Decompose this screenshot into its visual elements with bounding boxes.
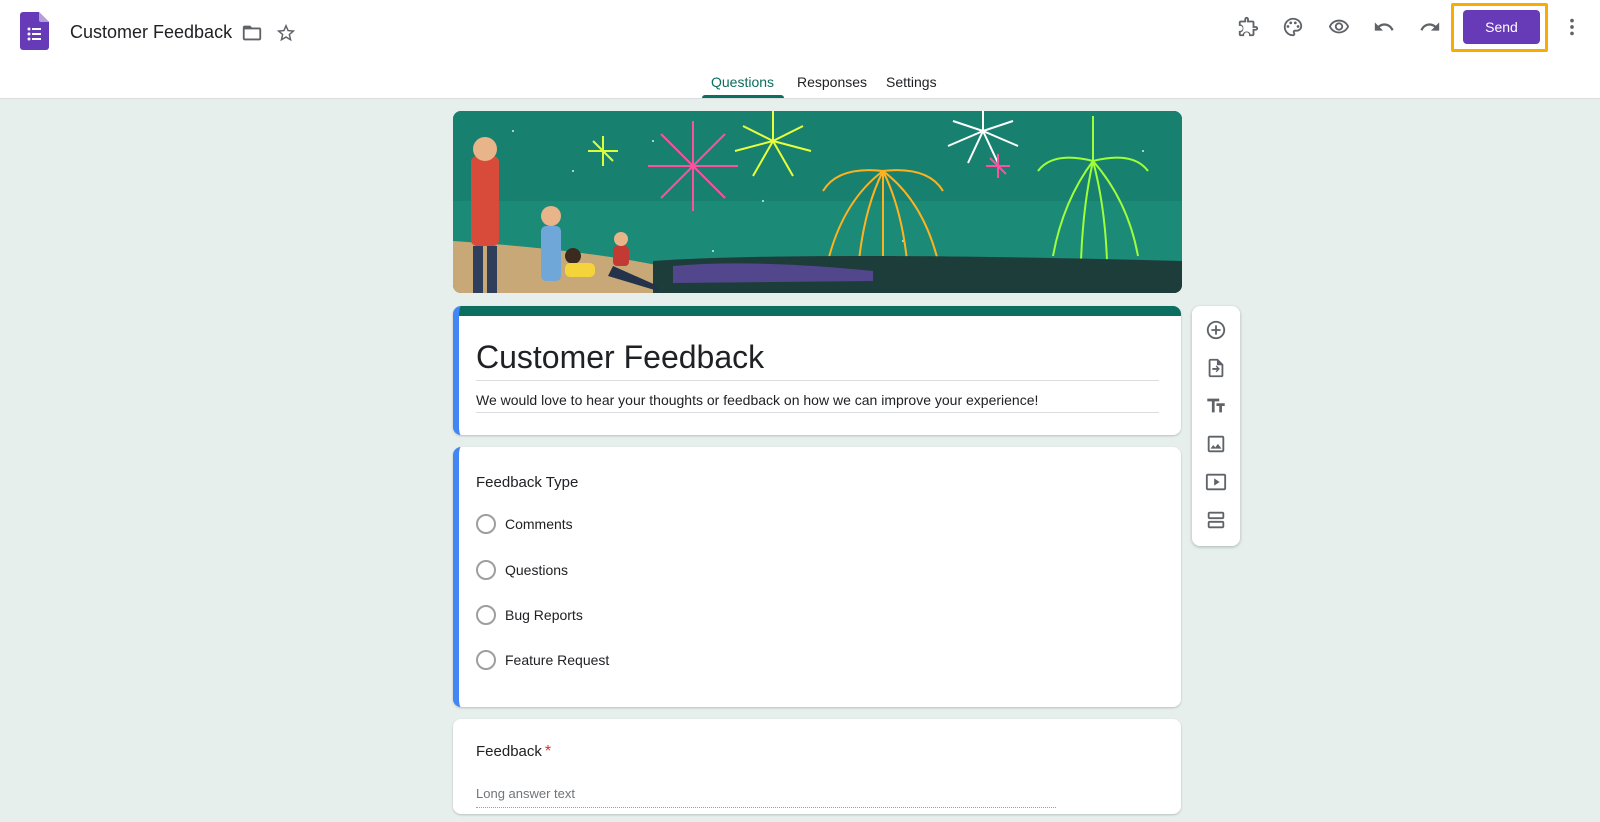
option-label: Feature Request bbox=[505, 652, 610, 668]
tab-responses[interactable]: Responses bbox=[797, 74, 867, 90]
undo-icon[interactable] bbox=[1372, 15, 1396, 39]
form-description[interactable]: We would love to hear your thoughts or f… bbox=[476, 392, 1038, 408]
required-asterisk: * bbox=[544, 743, 552, 760]
top-header: Customer Feedback Send Questions Respons… bbox=[0, 0, 1600, 99]
addons-icon[interactable] bbox=[1236, 15, 1260, 39]
radio-button[interactable] bbox=[476, 650, 496, 670]
star-icon[interactable] bbox=[274, 21, 298, 45]
divider bbox=[476, 380, 1159, 381]
answer-underline bbox=[476, 807, 1056, 808]
option-label: Questions bbox=[505, 562, 569, 578]
question-title-text: Feedback bbox=[476, 743, 542, 760]
palette-icon[interactable] bbox=[1281, 15, 1305, 39]
add-image-icon[interactable] bbox=[1204, 432, 1228, 456]
long-answer-placeholder: Long answer text bbox=[476, 786, 576, 801]
document-title[interactable]: Customer Feedback bbox=[70, 21, 232, 43]
question-card-feedback[interactable]: Feedback * Long answer text bbox=[453, 719, 1181, 814]
google-forms-icon[interactable] bbox=[20, 12, 49, 50]
radio-option[interactable]: Feature Request bbox=[476, 650, 609, 670]
tab-settings[interactable]: Settings bbox=[886, 74, 937, 90]
header-banner-image bbox=[453, 111, 1182, 293]
folder-icon[interactable] bbox=[240, 21, 264, 45]
question-toolbar bbox=[1192, 306, 1240, 546]
redo-icon[interactable] bbox=[1418, 15, 1442, 39]
radio-button[interactable] bbox=[476, 514, 496, 534]
divider bbox=[476, 412, 1159, 413]
option-label: Comments bbox=[505, 516, 573, 532]
option-label: Bug Reports bbox=[505, 607, 583, 623]
radio-option[interactable]: Comments bbox=[476, 514, 573, 534]
tab-questions[interactable]: Questions bbox=[711, 74, 774, 90]
radio-button[interactable] bbox=[476, 605, 496, 625]
preview-eye-icon[interactable] bbox=[1327, 15, 1351, 39]
form-title[interactable]: Customer Feedback bbox=[476, 339, 764, 376]
add-section-icon[interactable] bbox=[1204, 508, 1228, 532]
question-title[interactable]: Feedback Type bbox=[476, 474, 578, 491]
theme-accent-bar bbox=[459, 306, 1181, 316]
add-question-icon[interactable] bbox=[1204, 318, 1228, 342]
form-title-card[interactable]: Customer Feedback We would love to hear … bbox=[453, 306, 1181, 435]
add-video-icon[interactable] bbox=[1204, 470, 1228, 494]
form-tabs: Questions Responses Settings bbox=[0, 71, 1600, 99]
active-tab-indicator bbox=[702, 95, 784, 98]
question-card-feedback-type[interactable]: Feedback Type Comments Questions Bug Rep… bbox=[453, 447, 1181, 707]
radio-option[interactable]: Questions bbox=[476, 560, 568, 580]
radio-option[interactable]: Bug Reports bbox=[476, 605, 583, 625]
radio-button[interactable] bbox=[476, 560, 496, 580]
send-button[interactable]: Send bbox=[1463, 10, 1540, 44]
import-questions-icon[interactable] bbox=[1204, 356, 1228, 380]
question-title[interactable]: Feedback * bbox=[476, 743, 551, 761]
more-vert-icon[interactable] bbox=[1560, 15, 1584, 39]
add-title-icon[interactable] bbox=[1204, 394, 1228, 418]
